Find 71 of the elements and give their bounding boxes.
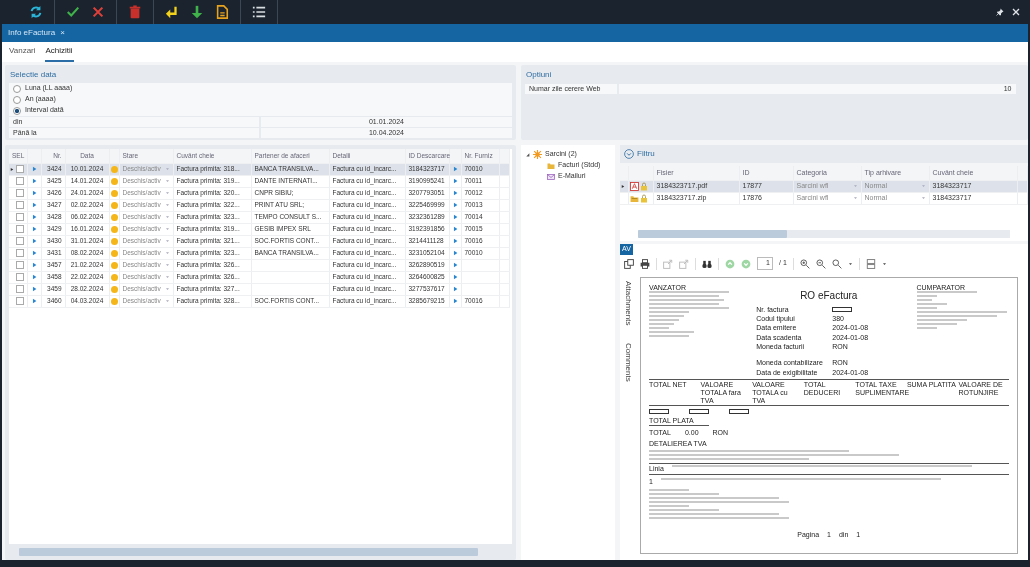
dropdown-caret-icon[interactable] — [847, 261, 853, 266]
side-tab[interactable]: Attachments — [622, 280, 634, 325]
status-dot-icon — [110, 225, 118, 233]
status-dot-icon — [110, 213, 118, 221]
checkbox[interactable] — [16, 213, 24, 221]
row-indicator-icon — [621, 183, 625, 189]
panel-title: Optiuni — [525, 69, 553, 81]
status-dot-icon — [110, 249, 118, 257]
status-dot-icon — [110, 165, 118, 173]
chevron-down-icon[interactable] — [624, 149, 634, 159]
search-icon[interactable] — [831, 258, 842, 269]
checkbox[interactable] — [16, 177, 24, 185]
lock-icon — [639, 181, 648, 191]
zoom-out-icon[interactable] — [815, 258, 826, 269]
list-icon[interactable] — [252, 5, 266, 19]
side-tab[interactable]: Comments — [622, 342, 634, 382]
status-dot-icon — [110, 285, 118, 293]
status-dot-icon — [110, 201, 118, 209]
tasks-icon — [533, 150, 542, 159]
panel-title: Filtru — [637, 148, 655, 160]
document-title: RO eFactura — [799, 289, 859, 301]
dropdown-caret-icon[interactable] — [881, 261, 887, 266]
horizontal-scrollbar[interactable] — [638, 230, 1010, 238]
checkmark-icon[interactable] — [66, 5, 80, 19]
return-arrow-icon[interactable] — [165, 5, 179, 19]
checkbox[interactable] — [16, 273, 24, 281]
export-icon[interactable] — [663, 258, 673, 269]
refresh-icon[interactable] — [29, 5, 43, 19]
empty-field — [649, 409, 669, 415]
status-dot-icon — [110, 237, 118, 245]
tab[interactable]: Vanzari — [8, 45, 37, 62]
empty-field — [689, 409, 709, 415]
expander-icon[interactable] — [525, 152, 530, 157]
folder-icon — [547, 161, 555, 170]
lock-icon — [639, 193, 648, 203]
mail-icon — [547, 172, 555, 181]
status-dot-icon — [110, 261, 118, 269]
checkbox[interactable] — [16, 201, 24, 209]
checkbox[interactable] — [16, 297, 24, 305]
checkbox[interactable] — [16, 165, 24, 173]
row-indicator-icon — [10, 166, 14, 172]
radio-button[interactable] — [13, 106, 21, 115]
checkbox[interactable] — [16, 237, 24, 245]
radio-button[interactable] — [13, 95, 21, 104]
scrollbar-thumb[interactable] — [638, 230, 787, 238]
status-dot-icon — [110, 297, 118, 305]
print-icon[interactable] — [640, 258, 650, 269]
checkbox[interactable] — [16, 249, 24, 257]
checkbox[interactable] — [16, 285, 24, 293]
export-icon[interactable] — [679, 258, 689, 269]
empty-field — [729, 409, 749, 415]
binoculars-icon[interactable] — [702, 258, 712, 269]
pin-icon[interactable] — [996, 8, 1004, 16]
radio-button[interactable] — [13, 84, 21, 93]
status-dot-icon — [110, 177, 118, 185]
archive-folder-icon — [629, 193, 639, 203]
document-icon[interactable] — [215, 5, 229, 19]
pages-icon[interactable] — [624, 258, 634, 269]
checkbox[interactable] — [16, 261, 24, 269]
checkbox[interactable] — [16, 189, 24, 197]
down-arrow-icon[interactable] — [190, 5, 204, 19]
page-layout-icon[interactable] — [865, 258, 876, 269]
close-button[interactable]: × — [60, 27, 65, 39]
empty-field — [832, 307, 853, 313]
status-dot-icon — [110, 189, 118, 197]
panel-title: Selectie data — [9, 69, 58, 81]
checkbox[interactable] — [16, 225, 24, 233]
status-dot-icon — [110, 273, 118, 281]
window-title: Info eFactura — [8, 27, 56, 39]
trash-icon[interactable] — [128, 5, 142, 19]
zoom-in-icon[interactable] — [799, 258, 810, 269]
